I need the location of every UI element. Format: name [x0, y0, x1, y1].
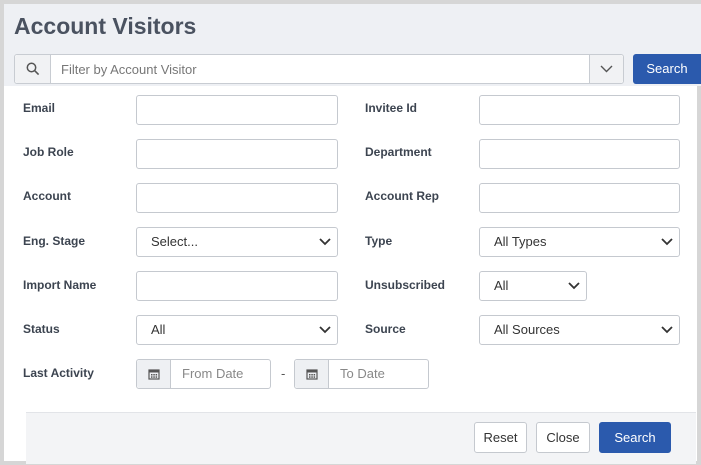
- chevron-down-icon: [661, 326, 673, 334]
- chevron-down-icon: [319, 326, 331, 334]
- reset-button[interactable]: Reset: [474, 422, 527, 453]
- department-field[interactable]: [479, 139, 680, 169]
- search-icon[interactable]: [15, 55, 51, 83]
- chevron-down-icon: [568, 282, 580, 290]
- from-date-field[interactable]: From Date: [136, 359, 271, 389]
- chevron-down-icon[interactable]: [589, 55, 623, 83]
- unsubscribed-label: Unsubscribed: [365, 278, 446, 292]
- close-button[interactable]: Close: [536, 422, 590, 453]
- job-role-field[interactable]: [136, 139, 338, 169]
- invitee-id-label: Invitee Id: [365, 101, 418, 115]
- account-rep-label: Account Rep: [365, 189, 440, 203]
- unsubscribed-select[interactable]: All: [479, 271, 587, 301]
- import-name-label: Import Name: [23, 278, 97, 292]
- status-select[interactable]: All: [136, 315, 338, 345]
- eng-stage-select[interactable]: Select...: [136, 227, 338, 257]
- chevron-down-icon: [661, 238, 673, 246]
- top-search-button[interactable]: Search: [633, 54, 701, 84]
- import-name-field[interactable]: [136, 271, 338, 301]
- status-value: All: [151, 322, 166, 337]
- status-label: Status: [23, 322, 60, 336]
- calendar-icon[interactable]: [137, 360, 171, 388]
- search-button[interactable]: Search: [599, 422, 671, 453]
- email-field[interactable]: [136, 95, 338, 125]
- to-date-placeholder: To Date: [340, 366, 385, 381]
- account-field[interactable]: [136, 183, 338, 213]
- filter-box: [14, 54, 624, 84]
- to-date-field[interactable]: To Date: [294, 359, 429, 389]
- type-value: All Types: [494, 234, 547, 249]
- job-role-label: Job Role: [23, 145, 74, 159]
- account-label: Account: [23, 189, 71, 203]
- last-activity-label: Last Activity: [23, 366, 94, 380]
- eng-stage-label: Eng. Stage: [23, 234, 86, 248]
- date-separator: -: [281, 366, 286, 381]
- type-select[interactable]: All Types: [479, 227, 680, 257]
- chevron-down-icon: [319, 238, 331, 246]
- filter-input[interactable]: [51, 55, 589, 83]
- type-label: Type: [365, 234, 393, 248]
- account-rep-field[interactable]: [479, 183, 680, 213]
- eng-stage-value: Select...: [151, 234, 198, 249]
- unsubscribed-value: All: [494, 278, 509, 293]
- source-select[interactable]: All Sources: [479, 315, 680, 345]
- account-visitors-window: Account Visitors Search Email Invitee Id…: [0, 0, 701, 465]
- source-value: All Sources: [494, 322, 560, 337]
- page-title: Account Visitors: [14, 13, 197, 39]
- department-label: Department: [365, 145, 432, 159]
- form-footer: Reset Close Search: [26, 412, 696, 464]
- calendar-icon[interactable]: [295, 360, 329, 388]
- header-bar: Account Visitors Search: [4, 4, 701, 86]
- email-label: Email: [23, 101, 56, 115]
- source-label: Source: [365, 322, 406, 336]
- invitee-id-field[interactable]: [479, 95, 680, 125]
- from-date-placeholder: From Date: [182, 366, 244, 381]
